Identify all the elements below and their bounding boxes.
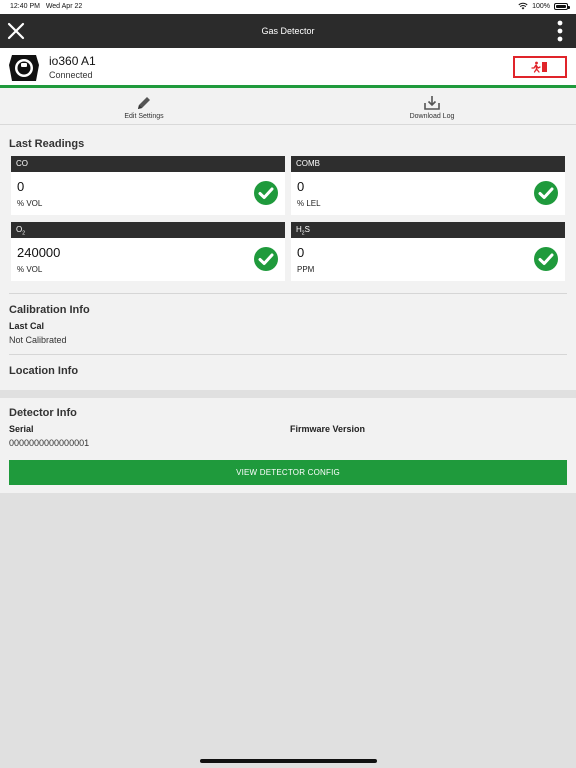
battery-percent: 100% <box>532 2 550 10</box>
section-separator <box>0 390 576 398</box>
check-circle-icon <box>534 181 558 205</box>
status-time: 12:40 PM Wed Apr 22 <box>10 3 83 10</box>
status-bar: 12:40 PM Wed Apr 22 100% <box>0 0 576 14</box>
more-vertical-icon[interactable] <box>556 19 564 43</box>
detector-info-title: Detector Info <box>9 407 77 419</box>
sensor-card-co: CO 0 % VOL <box>11 156 285 215</box>
location-info-title[interactable]: Location Info <box>9 365 78 377</box>
sensor-unit: % VOL <box>17 265 43 274</box>
sensor-name: H2S <box>291 222 565 238</box>
pencil-icon <box>138 97 150 109</box>
sensor-card-comb: COMB 0 % LEL <box>291 156 565 215</box>
wifi-icon <box>518 2 528 10</box>
gas-detector-icon <box>9 55 39 81</box>
sensor-card-o2: O2 240000 % VOL <box>11 222 285 281</box>
home-indicator <box>200 759 377 763</box>
nav-bar: Gas Detector <box>0 14 576 48</box>
page-title: Gas Detector <box>261 26 315 36</box>
sensor-name: COMB <box>291 156 565 172</box>
check-circle-icon <box>254 181 278 205</box>
divider <box>9 354 567 355</box>
emergency-exit-icon <box>531 61 547 73</box>
view-detector-config-button[interactable]: VIEW DETECTOR CONFIG <box>9 460 567 485</box>
edit-settings-button[interactable]: Edit Settings <box>0 88 288 125</box>
last-cal-value: Not Calibrated <box>9 335 67 345</box>
edit-settings-label: Edit Settings <box>124 113 164 120</box>
sensor-value: 0 <box>17 179 25 194</box>
check-circle-icon <box>254 247 278 271</box>
sensor-value: 0 <box>297 245 305 260</box>
action-toolbar: Edit Settings Download Log <box>0 88 576 125</box>
last-readings-title: Last Readings <box>9 138 85 150</box>
connection-status: Connected <box>49 70 93 80</box>
serial-label: Serial <box>9 424 34 434</box>
sensor-name: CO <box>11 156 285 172</box>
device-name: io360 A1 <box>49 54 96 68</box>
sensor-value: 0 <box>297 179 305 194</box>
download-icon <box>424 96 440 110</box>
download-log-label: Download Log <box>409 113 455 120</box>
divider <box>9 293 567 294</box>
battery-icon <box>554 2 570 10</box>
main-content: Last Readings CO 0 % VOL COMB 0 % LEL O2… <box>0 125 576 493</box>
evacuate-alarm-button[interactable] <box>513 56 567 78</box>
sensor-unit: % VOL <box>17 199 43 208</box>
download-log-button[interactable]: Download Log <box>288 88 576 125</box>
sensor-value: 240000 <box>17 245 61 260</box>
last-cal-label: Last Cal <box>9 321 45 331</box>
status-right: 100% <box>518 2 570 10</box>
device-header: io360 A1 Connected <box>0 48 576 88</box>
firmware-version-label: Firmware Version <box>290 424 366 434</box>
sensor-unit: % LEL <box>297 199 321 208</box>
check-circle-icon <box>534 247 558 271</box>
sensor-card-h2s: H2S 0 PPM <box>291 222 565 281</box>
calibration-info-title: Calibration Info <box>9 304 90 316</box>
sensor-name: O2 <box>11 222 285 238</box>
serial-value: 0000000000000001 <box>9 438 90 448</box>
sensor-unit: PPM <box>297 265 315 274</box>
